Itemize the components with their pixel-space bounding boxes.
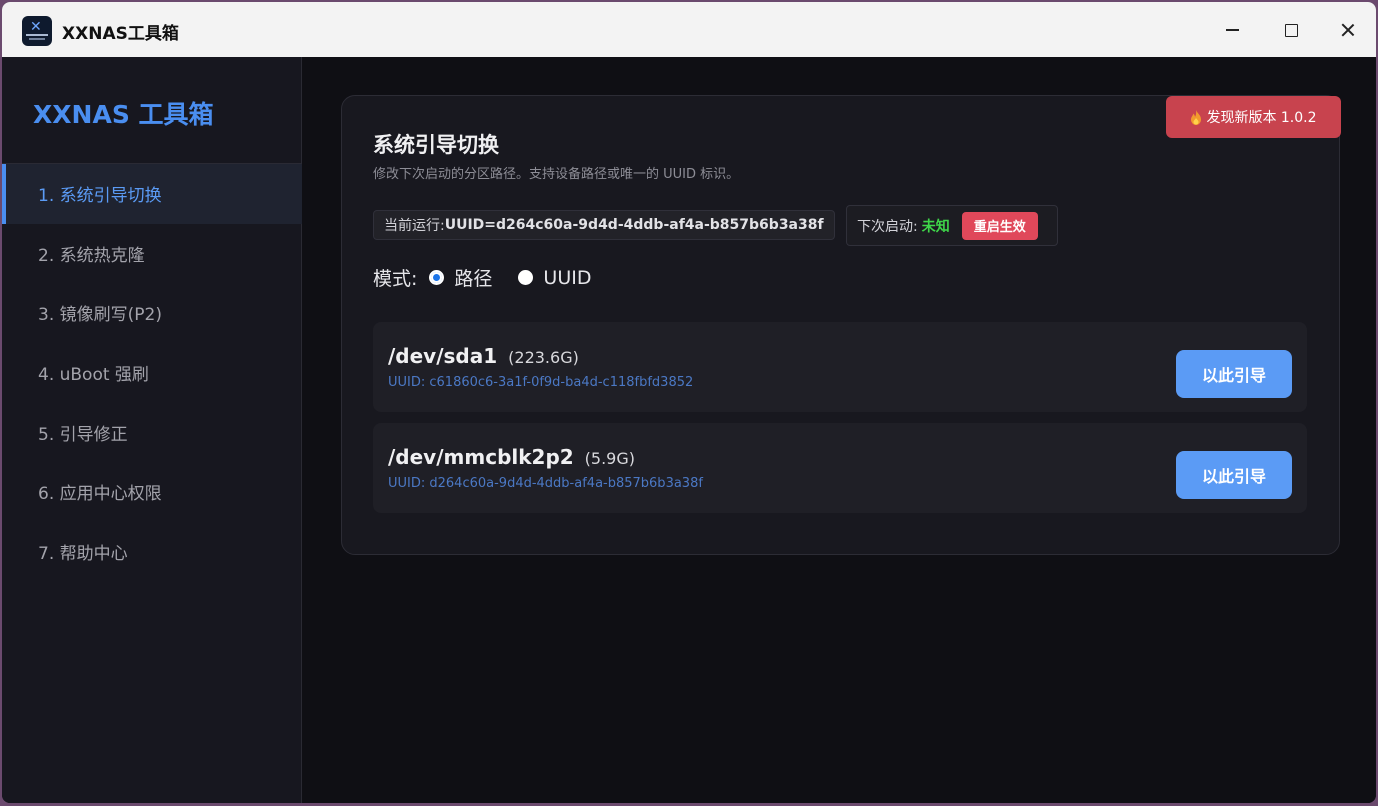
mode-option-path-label: 路径 (454, 268, 493, 290)
next-boot-label: 下次启动: (857, 218, 918, 235)
next-boot-status: 下次启动: 未知 重启生效 (846, 205, 1058, 246)
device-item: /dev/mmcblk2p2 (5.9G) UUID: d264c60a-9d4… (373, 423, 1307, 513)
app-window: ✕ XXNAS工具箱 XXNAS 工具箱 1. 系统引导切换 2. 系统热克隆 … (2, 2, 1376, 803)
radio-unchecked-icon[interactable] (518, 270, 534, 285)
window-title: XXNAS工具箱 (62, 24, 179, 44)
device-path: /dev/mmcblk2p2 (388, 445, 574, 469)
app-logo-icon: ✕ (22, 16, 52, 46)
close-icon (1341, 23, 1355, 37)
page-title: 系统引导切换 (373, 133, 499, 157)
mode-selector: 模式: 路径 UUID (373, 264, 617, 291)
sidebar-item-boot-switch[interactable]: 1. 系统引导切换 (2, 164, 302, 224)
device-size: (5.9G) (584, 449, 635, 468)
current-boot-status: 当前运行: UUID=d264c60a-9d4d-4ddb-af4a-b857b… (373, 210, 835, 240)
sidebar: XXNAS 工具箱 1. 系统引导切换 2. 系统热克隆 3. 镜像刷写(P2)… (2, 57, 302, 803)
sidebar-item-hot-clone[interactable]: 2. 系统热克隆 (2, 224, 302, 284)
sidebar-item-app-permissions[interactable]: 6. 应用中心权限 (2, 462, 302, 522)
boot-from-device-button[interactable]: 以此引导 (1176, 350, 1292, 398)
close-button[interactable] (1332, 14, 1364, 46)
radio-checked-icon[interactable] (429, 270, 445, 285)
mode-option-uuid[interactable]: UUID (518, 267, 591, 289)
main-content: 系统引导切换 修改下次启动的分区路径。支持设备路径或唯一的 UUID 标识。 当… (303, 57, 1376, 803)
sidebar-item-image-flash[interactable]: 3. 镜像刷写(P2) (2, 283, 302, 343)
device-name: /dev/mmcblk2p2 (5.9G) (388, 445, 635, 469)
sidebar-nav: 1. 系统引导切换 2. 系统热克隆 3. 镜像刷写(P2) 4. uBoot … (2, 164, 302, 581)
page-description: 修改下次启动的分区路径。支持设备路径或唯一的 UUID 标识。 (373, 167, 740, 182)
device-item: /dev/sda1 (223.6G) UUID: c61860c6-3a1f-0… (373, 322, 1307, 412)
next-boot-value: 未知 (921, 218, 950, 235)
mode-option-path[interactable]: 路径 (429, 264, 492, 291)
current-boot-value: UUID=d264c60a-9d4d-4ddb-af4a-b857b6b3a38… (444, 217, 824, 233)
update-badge-label: 发现新版本 1.0.2 (1206, 110, 1317, 126)
mode-label: 模式: (373, 268, 418, 290)
minimize-icon (1225, 29, 1239, 31)
flame-icon (1191, 109, 1202, 125)
minimize-button[interactable] (1216, 14, 1248, 46)
mode-option-uuid-label: UUID (543, 266, 592, 289)
current-boot-label: 当前运行: (384, 218, 445, 234)
reboot-button[interactable]: 重启生效 (961, 211, 1038, 240)
device-path: /dev/sda1 (388, 344, 498, 368)
sidebar-item-uboot-flash[interactable]: 4. uBoot 强刷 (2, 343, 302, 403)
title-bar: ✕ XXNAS工具箱 (2, 2, 1376, 57)
sidebar-item-boot-fix[interactable]: 5. 引导修正 (2, 402, 302, 462)
maximize-icon (1284, 23, 1298, 37)
sidebar-item-help[interactable]: 7. 帮助中心 (2, 522, 302, 582)
device-size: (223.6G) (508, 348, 579, 367)
device-name: /dev/sda1 (223.6G) (388, 344, 579, 368)
device-uuid: UUID: d264c60a-9d4d-4ddb-af4a-b857b6b3a3… (388, 476, 703, 491)
boot-switch-card: 系统引导切换 修改下次启动的分区路径。支持设备路径或唯一的 UUID 标识。 当… (341, 95, 1340, 555)
sidebar-brand: XXNAS 工具箱 (33, 100, 214, 129)
boot-from-device-button[interactable]: 以此引导 (1176, 451, 1292, 499)
device-uuid: UUID: c61860c6-3a1f-0f9d-ba4d-c118fbfd38… (388, 375, 694, 390)
update-available-badge[interactable]: 发现新版本 1.0.2 (1166, 96, 1341, 138)
maximize-button[interactable] (1275, 14, 1307, 46)
